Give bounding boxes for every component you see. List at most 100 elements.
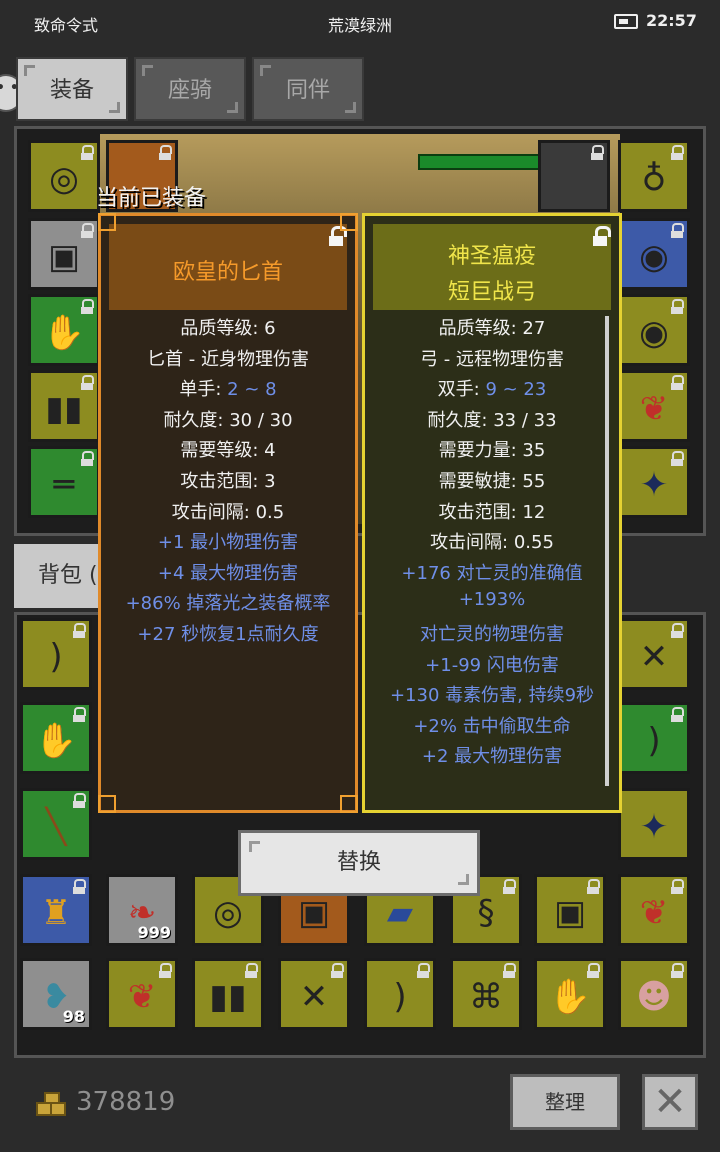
compare-item-card: 神圣瘟疫 短巨战弓 品质等级: 27 弓 - 远程物理伤害 双手: 9 ~ 23 耐久… xyxy=(362,213,622,813)
bag-slot[interactable]: ✋ xyxy=(20,702,92,774)
equip-slot-helmet[interactable]: ◎ xyxy=(28,140,100,212)
item-count: 98 xyxy=(62,1007,85,1026)
gold-coins-icon xyxy=(36,1092,66,1116)
armor-icon: ▣ xyxy=(553,893,587,933)
bag-slot[interactable]: ❦ xyxy=(106,958,178,1030)
corner-decoration xyxy=(24,65,35,76)
corner-decoration xyxy=(458,874,469,885)
boots-icon: ▮▮ xyxy=(45,389,83,429)
bag-slot[interactable]: ) xyxy=(364,958,436,1030)
bag-slot[interactable]: ❥ 98 xyxy=(20,958,92,1030)
bag-slot[interactable]: ▣ xyxy=(534,874,606,946)
bag-slot[interactable]: ❦ xyxy=(618,874,690,946)
bag-slot[interactable]: ▮▮ xyxy=(192,958,264,1030)
damage-value: 2 ~ 8 xyxy=(227,379,277,401)
bag-tab-label: 背包 ( xyxy=(38,563,98,588)
equip-slot-ring-2[interactable]: ◉ xyxy=(618,294,690,366)
corner-decoration xyxy=(345,102,356,113)
battery-icon xyxy=(614,14,638,29)
corner-decoration xyxy=(142,65,153,76)
bag-slot[interactable]: ⌘ xyxy=(450,958,522,1030)
armor-icon: ⌘ xyxy=(469,977,503,1017)
replace-label: 替换 xyxy=(336,850,381,875)
bag-slot[interactable]: ✕ xyxy=(278,958,350,1030)
item-stat: 弓 - 远程物理伤害 xyxy=(420,348,564,370)
item-affix: +86% 掉落光之装备概率 xyxy=(125,593,331,615)
corner-decoration xyxy=(249,841,260,852)
tab-label: 座骑 xyxy=(167,78,212,103)
equip-slot-consumable-1[interactable]: ❦ xyxy=(618,370,690,442)
item-affix: +1 最小物理伤害 xyxy=(157,532,299,554)
equip-slot-consumable-2[interactable]: ✦ xyxy=(618,446,690,518)
bag-slot[interactable]: ✕ xyxy=(618,618,690,690)
dragon-meat-icon: ❦ xyxy=(639,893,669,933)
bag-slot[interactable]: ) xyxy=(618,702,690,774)
equip-slot-amulet[interactable]: ♁ xyxy=(618,140,690,212)
item-stats: 品质等级: 27 弓 - 远程物理伤害 双手: 9 ~ 23 耐久度: 33 / 33… xyxy=(373,310,611,792)
ring-icon: ◉ xyxy=(639,237,669,277)
corner-ornament xyxy=(340,795,358,813)
equipped-item-card: 欧皇的匕首 品质等级: 6 匕首 - 近身物理伤害 单手: 2 ~ 8 耐久度: 30… xyxy=(98,213,358,813)
equip-slot-boots[interactable]: ▮▮ xyxy=(28,370,100,442)
item-stat: 攻击间隔: 0.5 xyxy=(171,501,285,523)
gloves-icon: ✋ xyxy=(34,721,78,761)
item-affix: +27 秒恢复1点耐久度 xyxy=(137,624,319,645)
equip-slot-ring-1[interactable]: ◉ xyxy=(618,218,690,290)
sort-button[interactable]: 整理 xyxy=(510,1074,620,1130)
bag-slot[interactable]: ) xyxy=(20,618,92,690)
item-affix: +130 毒素伤害, 持续9秒 xyxy=(389,685,595,707)
item-damage: 单手: 2 ~ 8 xyxy=(109,375,347,401)
tab-equipment[interactable]: 装备 xyxy=(16,57,128,121)
close-button[interactable]: ✕ xyxy=(642,1074,698,1130)
item-name-header: 神圣瘟疫 短巨战弓 xyxy=(373,224,611,310)
corner-decoration xyxy=(227,102,238,113)
scrollbar[interactable] xyxy=(605,316,609,786)
corner-ornament xyxy=(340,213,358,231)
item-stat: 耐久度: 33 / 33 xyxy=(427,409,557,431)
item-affix: +1-99 闪电伤害 xyxy=(425,654,559,676)
tab-companion[interactable]: 同伴 xyxy=(252,57,364,121)
crossbow-icon: ✕ xyxy=(299,977,329,1017)
pig-mask-icon: ☻ xyxy=(636,977,672,1017)
item-stat: 需要力量: 35 xyxy=(438,440,546,462)
item-affix: +4 最大物理伤害 xyxy=(157,562,299,584)
close-icon: ✕ xyxy=(653,1079,687,1125)
corner-ornament xyxy=(98,213,116,231)
damage-value: 9 ~ 23 xyxy=(485,379,547,401)
item-damage: 双手: 9 ~ 23 xyxy=(373,375,611,401)
bow-icon: ) xyxy=(393,977,407,1017)
replace-button[interactable]: 替换 xyxy=(238,830,480,896)
item-stats: 品质等级: 6 匕首 - 近身物理伤害 单手: 2 ~ 8 耐久度: 30 / 30 需… xyxy=(109,310,347,792)
armor-icon: ▣ xyxy=(47,237,81,277)
damage-label: 单手: xyxy=(179,379,228,401)
bag-slot[interactable]: ♜ xyxy=(20,874,92,946)
equip-slot-armor[interactable]: ▣ xyxy=(28,218,100,290)
dragon-meat-icon: ❦ xyxy=(639,389,669,429)
item-stat: 需要等级: 4 xyxy=(180,440,276,462)
health-bar xyxy=(418,154,544,170)
bag-slot[interactable]: ╲ xyxy=(20,788,92,860)
crossbow-icon: ✕ xyxy=(639,637,669,677)
clock: 22:57 xyxy=(646,11,697,30)
lock-icon xyxy=(159,145,172,160)
dragon-meat-icon: ❦ xyxy=(127,977,157,1017)
bag-slot[interactable]: ☻ xyxy=(618,958,690,1030)
corner-decoration xyxy=(109,102,120,113)
gloves-icon: ✋ xyxy=(548,977,592,1017)
bag-slot[interactable]: ❧ 999 xyxy=(106,874,178,946)
corner-ornament xyxy=(98,795,116,813)
item-stat: 攻击范围: 12 xyxy=(438,501,546,523)
item-affix: +193% xyxy=(458,589,526,611)
tab-mount[interactable]: 座骑 xyxy=(134,57,246,121)
item-count: 999 xyxy=(137,923,171,942)
equipped-label: 当前已装备 xyxy=(96,186,207,211)
bag-slot[interactable]: ✦ xyxy=(618,788,690,860)
bird-icon: ✦ xyxy=(639,465,669,505)
bag-slot[interactable]: ✋ xyxy=(534,958,606,1030)
location-title: 荒漠绿洲 xyxy=(327,16,392,35)
item-stat: 匕首 - 近身物理伤害 xyxy=(147,348,309,370)
lock-icon[interactable] xyxy=(593,226,611,246)
equip-slot-belt[interactable]: ═ xyxy=(28,446,100,518)
equip-slot-offhand[interactable] xyxy=(538,140,610,212)
equip-slot-gloves[interactable]: ✋ xyxy=(28,294,100,366)
